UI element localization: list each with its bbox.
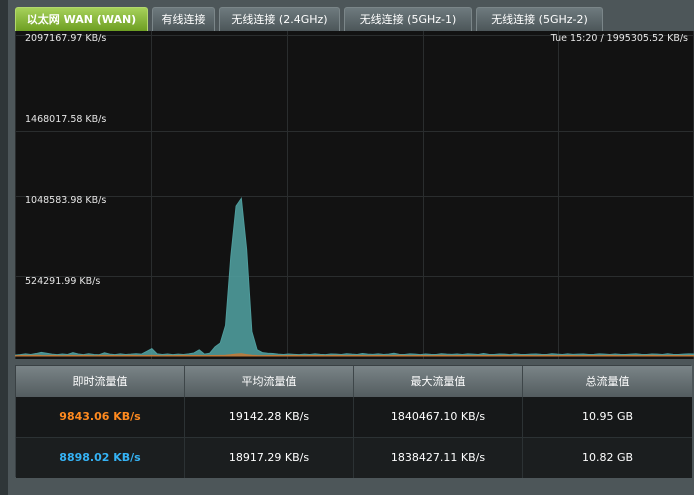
chart-status-readout: Tue 15:20 / 1995305.52 KB/s — [550, 33, 688, 44]
header-average: 平均流量值 — [185, 366, 354, 397]
y-tick-label: 1048583.98 KB/s — [25, 195, 107, 206]
table-row: 9843.06 KB/s 19142.28 KB/s 1840467.10 KB… — [16, 397, 692, 438]
max-value: 1838427.11 KB/s — [354, 438, 523, 478]
header-max: 最大流量值 — [354, 366, 523, 397]
left-edge-bar — [0, 0, 8, 495]
total-value: 10.95 GB — [581, 410, 634, 423]
average-value: 18917.29 KB/s — [185, 438, 354, 478]
y-tick-label: 2097167.97 KB/s — [25, 33, 107, 44]
y-tick-label: 1468017.58 KB/s — [25, 114, 107, 125]
average-value: 19142.28 KB/s — [185, 397, 354, 437]
series-area-received — [15, 196, 694, 357]
tab-wireless-5ghz-1[interactable]: 无线连接 (5GHz-1) — [344, 7, 472, 31]
traffic-stats-table: 即时流量值 平均流量值 最大流量值 总流量值 9843.06 KB/s 1914… — [15, 365, 692, 478]
tab-wireless-24ghz[interactable]: 无线连接 (2.4GHz) — [219, 7, 340, 31]
current-value: 9843.06 KB/s — [16, 397, 185, 437]
y-tick-label: 524291.99 KB/s — [25, 276, 101, 287]
traffic-monitor-panel: 以太网 WAN (WAN) 有线连接 无线连接 (2.4GHz) 无线连接 (5… — [0, 0, 694, 495]
tab-wan[interactable]: 以太网 WAN (WAN) — [15, 7, 148, 31]
traffic-chart: 2097167.97 KB/s 1468017.58 KB/s 1048583.… — [15, 31, 694, 359]
table-row: 8898.02 KB/s 18917.29 KB/s 1838427.11 KB… — [16, 438, 692, 478]
tab-wired[interactable]: 有线连接 — [152, 7, 215, 31]
total-value: 10.82 GB — [581, 451, 634, 464]
header-current: 即时流量值 — [16, 366, 185, 397]
max-value: 1840467.10 KB/s — [354, 397, 523, 437]
tab-wireless-5ghz-2[interactable]: 无线连接 (5GHz-2) — [476, 7, 603, 31]
header-total: 总流量值 — [523, 366, 692, 397]
traffic-chart-svg — [15, 31, 694, 359]
current-value: 8898.02 KB/s — [16, 438, 185, 478]
